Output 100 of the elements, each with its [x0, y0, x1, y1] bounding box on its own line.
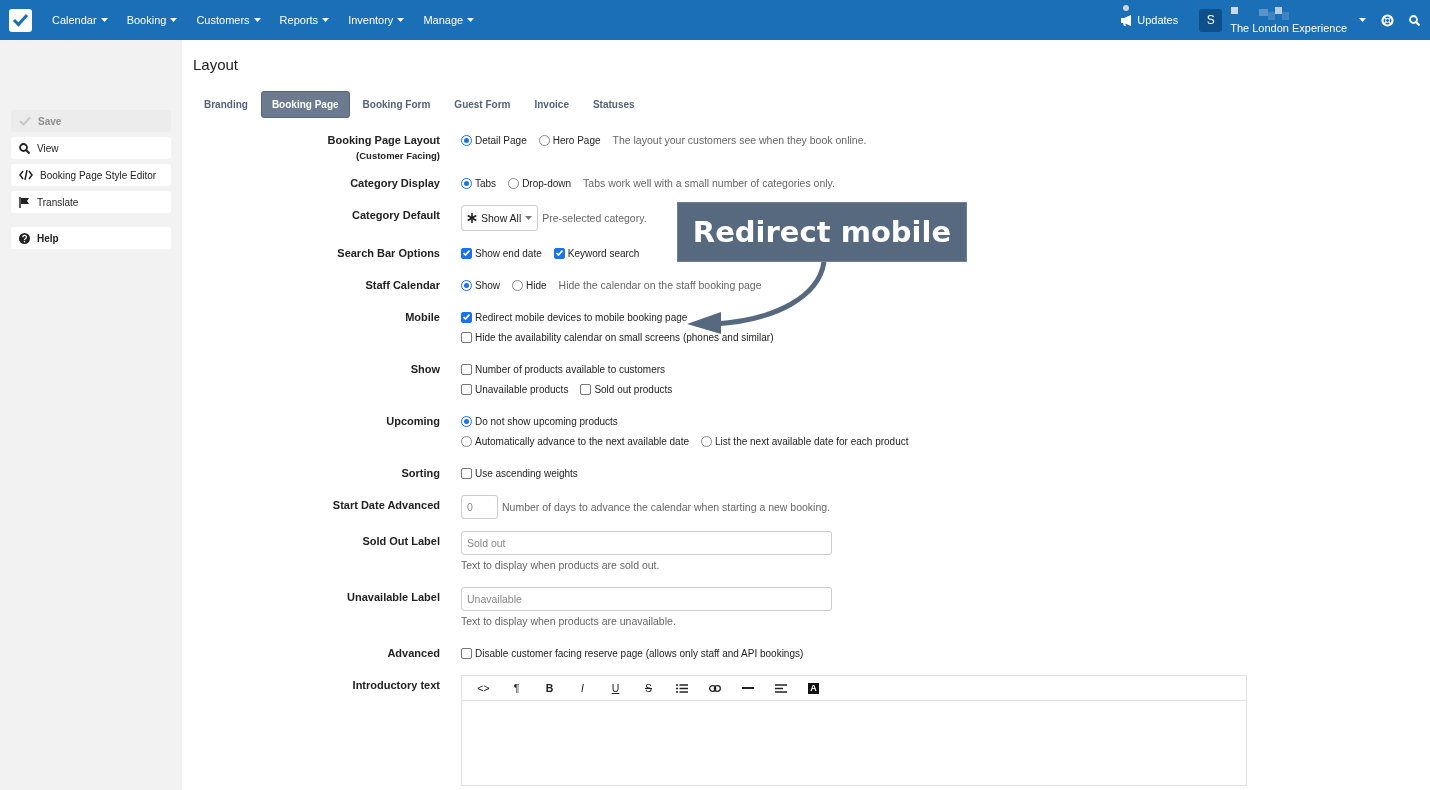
category-dropdown[interactable]: Show All	[461, 205, 539, 231]
checkbox-option[interactable]: Use ascending weights	[461, 467, 578, 479]
help-text: Hide the calendar on the staff booking page	[558, 279, 762, 291]
radio-option[interactable]: Do not show upcoming products	[461, 415, 618, 427]
nav-menu[interactable]: Booking	[126, 14, 178, 26]
app-logo[interactable]	[9, 8, 32, 32]
checkbox[interactable]	[461, 311, 472, 323]
setting-label: Category Display	[350, 177, 440, 189]
help-text: Tabs work well with a small number of categories only.	[583, 177, 835, 189]
flag-icon	[19, 196, 30, 208]
search-icon[interactable]	[1409, 14, 1420, 26]
nav-menu[interactable]: Calendar	[52, 14, 108, 26]
strike-tool[interactable]: S	[632, 682, 665, 694]
text-field[interactable]: Unavailable	[461, 587, 832, 611]
checkbox-option[interactable]: Disable customer facing reserve page (allows only staff and API bookings)	[461, 647, 804, 659]
horizontal-rule-icon	[741, 687, 754, 689]
bold-tool[interactable]: B	[533, 682, 566, 694]
setting-label: Staff Calendar	[365, 279, 440, 291]
radio-option[interactable]: Tabs	[461, 177, 497, 189]
radio-button[interactable]	[701, 435, 713, 447]
help-button[interactable]: Help	[11, 227, 171, 249]
tab[interactable]: Booking Page	[260, 91, 350, 118]
check-icon	[12, 13, 29, 27]
checkbox[interactable]	[461, 383, 472, 395]
caret-icon	[322, 18, 330, 22]
list-icon	[675, 683, 688, 693]
checkbox-option[interactable]: Keyword search	[553, 247, 640, 259]
sidebar-button[interactable]: Booking Page Style Editor	[11, 164, 171, 186]
checkbox[interactable]	[580, 383, 592, 395]
setting-label: Sorting	[401, 467, 440, 479]
radio-option[interactable]: Detail Page	[461, 134, 527, 146]
setting-label: Unavailable Label	[347, 591, 440, 603]
radio-option[interactable]: Show	[461, 279, 500, 291]
sidebar-button[interactable]: View	[11, 137, 171, 159]
nav-menu[interactable]: Reports	[279, 14, 330, 26]
radio-button[interactable]	[508, 177, 520, 189]
rich-text-editor[interactable]: <> ¶ B I U S A	[461, 675, 1247, 786]
align-left-icon	[774, 683, 787, 693]
radio-button[interactable]	[461, 415, 472, 427]
radio-option[interactable]: Hide	[512, 279, 547, 291]
setting-label: Upcoming	[386, 415, 440, 427]
caret-icon	[397, 18, 405, 22]
sidebar-button[interactable]: Translate	[11, 191, 171, 213]
nav-menu[interactable]: Manage	[423, 14, 475, 26]
tab[interactable]: Statuses	[581, 91, 646, 118]
checkbox[interactable]	[461, 247, 472, 259]
help-text: Text to display when products are sold out.	[461, 559, 660, 571]
radio-button[interactable]	[461, 279, 472, 291]
setting-label: Booking Page Layout	[327, 134, 440, 146]
checkbox[interactable]	[553, 247, 565, 259]
checkbox-option[interactable]: Unavailable products	[461, 383, 569, 395]
lifebuoy-icon[interactable]	[1381, 13, 1394, 27]
radio-button[interactable]	[461, 435, 472, 447]
check-icon	[463, 250, 470, 256]
caret-icon	[170, 18, 178, 22]
checkbox[interactable]	[461, 647, 472, 659]
tab[interactable]: Invoice	[523, 91, 580, 118]
italic-tool[interactable]: I	[566, 682, 599, 694]
account-logo	[1230, 6, 1291, 21]
checkbox[interactable]	[461, 467, 472, 479]
checkbox-option[interactable]: Show end date	[461, 247, 542, 259]
radio-option[interactable]: List the next available date for each product	[701, 435, 909, 447]
underline-tool[interactable]: U	[599, 682, 632, 694]
radio-button[interactable]	[461, 134, 472, 146]
checkbox[interactable]	[461, 363, 472, 375]
radio-button[interactable]	[512, 279, 523, 291]
account-avatar[interactable]: S	[1199, 8, 1223, 32]
setting-label: Advanced	[387, 647, 440, 659]
paragraph-tool[interactable]: ¶	[500, 682, 533, 694]
nav-menu[interactable]: Inventory	[348, 14, 405, 26]
radio-option[interactable]: Automatically advance to the next available date	[461, 435, 690, 447]
number-field[interactable]: 0	[461, 495, 498, 519]
tab[interactable]: Branding	[193, 91, 259, 118]
setting-label: Search Bar Options	[337, 247, 440, 259]
checkbox-option[interactable]: Hide the availability calendar on small screens (phones and similar)	[461, 331, 774, 343]
tab[interactable]: Guest Form	[443, 91, 522, 118]
checkbox-option[interactable]: Number of products available to customers	[461, 363, 666, 375]
updates-link[interactable]: Updates	[1121, 14, 1179, 26]
radio-option[interactable]: Drop-down	[508, 177, 572, 189]
radio-option[interactable]: Hero Page	[538, 134, 601, 146]
caret-icon	[525, 216, 533, 220]
radio-button[interactable]	[538, 134, 550, 146]
nav-menu[interactable]: Customers	[196, 14, 261, 26]
text-color-tool[interactable]: A	[808, 682, 819, 694]
checkbox-option[interactable]: Sold out products	[580, 383, 673, 395]
help-text: Text to display when products are unavailable.	[461, 615, 676, 627]
code-tool[interactable]: <>	[467, 682, 500, 694]
code-icon	[19, 170, 33, 180]
checkbox-option[interactable]: Redirect mobile devices to mobile booking page	[461, 311, 688, 323]
check-icon	[19, 116, 31, 126]
setting-label: Start Date Advanced	[332, 499, 440, 511]
text-field[interactable]: Sold out	[461, 531, 832, 555]
radio-button[interactable]	[461, 177, 472, 189]
account-name[interactable]: The London Experience	[1230, 21, 1347, 34]
setting-label: Mobile	[405, 311, 440, 323]
setting-label: Introductory text	[352, 679, 440, 691]
help-text: The layout your customers see when they book online.	[612, 134, 867, 146]
checkbox[interactable]	[461, 331, 472, 343]
caret-icon	[100, 18, 108, 22]
tab[interactable]: Booking Form	[351, 91, 442, 118]
